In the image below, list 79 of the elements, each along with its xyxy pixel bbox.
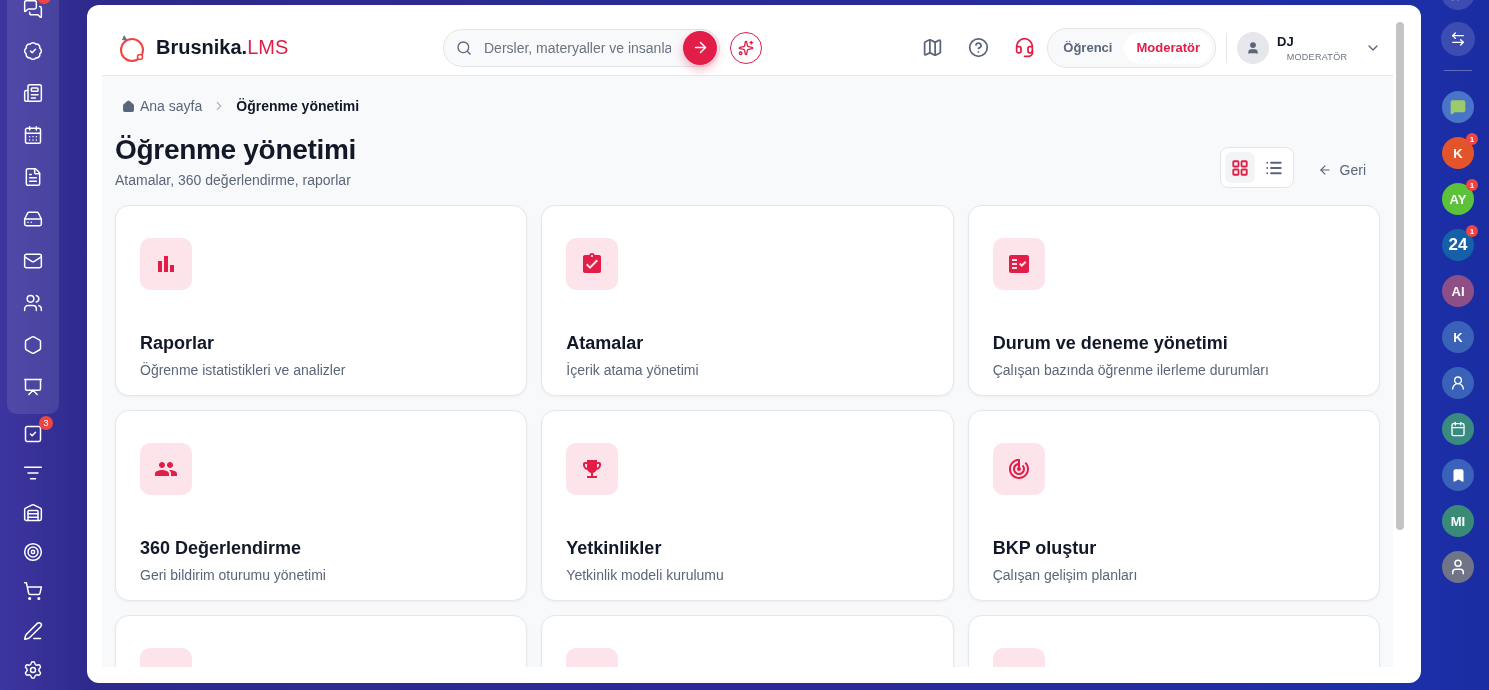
user-menu[interactable]: DJ MODERATÖR [1237,31,1381,64]
hexagon-icon [23,335,43,355]
newspaper-icon [23,83,43,103]
card-title: Raporlar [140,333,216,354]
person-icon [1450,375,1466,391]
notification-badge: 1 [1466,179,1478,191]
drive-icon [23,209,43,229]
breadcrumb-link[interactable]: Ana sayfa [122,98,203,114]
card-description: Yetkinlik modeli kurulumu [566,567,725,583]
search-icon [456,39,472,56]
notification-badge: 1 [1466,133,1478,145]
card-title: Durum ve deneme yönetimi [992,333,1229,354]
page-subtitle: Atamalar, 360 değerlendirme, raporlar [115,172,352,188]
contact-avatar[interactable]: K [1442,321,1474,353]
arrow-left-icon [1317,163,1332,177]
module-card[interactable]: Durum ve deneme yönetimi Çalışan bazında öğrenme ilerleme durumları [967,205,1380,396]
card-description: Çalışan bazında öğrenme ilerleme durumları [992,362,1270,378]
badge-icon [23,41,43,61]
card-description: Öğrenme istatistikleri ve analizler [140,362,347,378]
chat-icon [1450,99,1466,115]
users-icon [23,293,43,313]
bookmark-icon [1450,467,1466,483]
home-icon [122,99,135,113]
mail-icon [23,251,43,271]
rail-button[interactable] [1441,22,1475,56]
contact-avatar[interactable] [1442,91,1474,123]
contact-avatar[interactable] [1442,459,1474,491]
calendar-icon [23,125,43,145]
card-title: 360 Değerlendirme [140,538,303,559]
presentation-icon [23,377,43,397]
sparkles-icon [738,39,754,56]
notification-badge: 1 [1466,225,1478,237]
card-title: Atamalar [566,333,645,354]
checklist-icon [1006,252,1031,276]
card-description: Geri bildirim oturumu yönetimi [140,567,327,583]
module-card[interactable]: Atamalar İçerik atama yönetimi [541,205,954,396]
module-card[interactable]: 360 Değerlendirme Geri bildirim oturumu yönetimi [115,410,528,601]
warehouse-icon [23,502,43,523]
swap-icon [1450,31,1466,47]
role-tab[interactable]: Moderatör [1124,31,1212,64]
calendar-icon [1450,421,1466,437]
search-submit-button[interactable] [683,30,717,65]
card-description: Çalışan gelişim planları [992,567,1139,583]
breadcrumb-link[interactable]: Öğrenme yönetimi [236,98,360,114]
user-name: DJ [1277,33,1295,49]
module-card[interactable]: Raporlar Öğrenme istatistikleri ve analizler [115,205,528,396]
settings-icon [23,660,43,681]
headset-icon [1013,37,1035,58]
target-icon [23,541,43,562]
contact-avatar[interactable]: AI [1442,275,1474,307]
user-role: MODERATÖR [1285,51,1349,62]
chat-icon [23,0,43,19]
page-title: Öğrenme yönetimi [115,134,357,166]
back-button[interactable]: Geri [1317,162,1380,178]
cart-icon [23,581,43,602]
contact-avatar[interactable] [1442,413,1474,445]
contact-avatar[interactable] [1442,367,1474,399]
user-avatar[interactable] [1442,551,1474,583]
card-title: Yetkinlikler [566,538,663,559]
document-icon [23,167,43,187]
pen-icon [23,620,43,641]
module-card[interactable]: Yetkinlikler Yetkinlik modeli kurulumu [541,410,954,601]
module-card[interactable]: BKP oluştur Çalışan gelişim planları [967,410,1380,601]
sidebar-button[interactable]: 3 [13,414,53,454]
help-icon [967,37,989,58]
card-description: İçerik atama yönetimi [566,362,700,378]
grid-view-button[interactable] [1224,152,1255,183]
person-silhouette-icon [1449,558,1467,576]
user-avatar [1237,31,1269,64]
contact-avatar[interactable]: MI [1442,505,1474,537]
checkbox-icon [23,423,43,444]
grid-icon [1230,158,1249,177]
map-icon [921,37,943,58]
logo-text: Brusnika.LMS [156,36,289,59]
ai-button[interactable] [730,31,762,64]
role-tab[interactable]: Öğrenci [1051,31,1125,64]
notification-badge: 3 [39,416,53,430]
card-title: BKP oluştur [992,538,1098,559]
target-icon [1006,457,1031,481]
